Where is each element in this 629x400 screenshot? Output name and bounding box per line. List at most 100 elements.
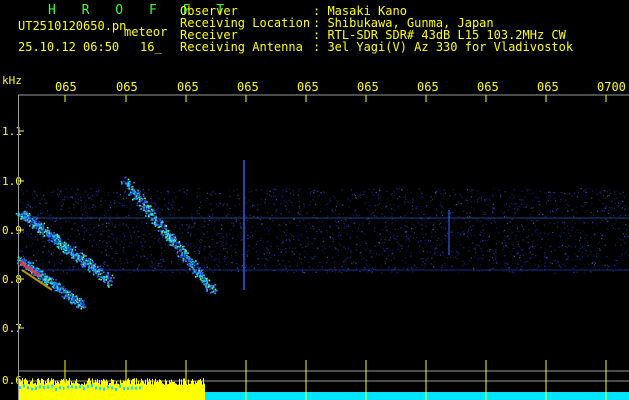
- noise-dot: [234, 249, 236, 251]
- noise-dot: [568, 205, 570, 207]
- noise-dot: [163, 258, 165, 260]
- echo-dot: [105, 274, 108, 276]
- noise-dot: [493, 221, 495, 223]
- noise-dot: [116, 253, 118, 255]
- noise-dot: [449, 207, 451, 209]
- echo-dot: [129, 191, 132, 194]
- noise-dot: [593, 266, 595, 268]
- echo-dot: [73, 254, 76, 256]
- noise-dot: [103, 266, 105, 268]
- noise-dot: [351, 214, 353, 216]
- noise-dot: [454, 193, 457, 196]
- noise-dot: [351, 262, 353, 264]
- noise-dot: [66, 222, 68, 224]
- noise-dot: [565, 246, 567, 248]
- echo-dot: [80, 300, 83, 302]
- noise-dot: [544, 252, 546, 254]
- noise-dot: [225, 240, 227, 242]
- noise-dot: [329, 200, 331, 202]
- echo-dot: [71, 302, 73, 305]
- noise-dot: [425, 225, 427, 227]
- noise-dot: [313, 197, 315, 199]
- echo-dot: [211, 284, 213, 287]
- noise-dot: [302, 271, 304, 273]
- noise-dot: [418, 241, 420, 243]
- noise-dot: [345, 219, 347, 221]
- noise-dot: [85, 206, 87, 208]
- noise-dot: [502, 238, 504, 240]
- noise-dot: [508, 267, 510, 269]
- noise-dot: [382, 206, 384, 208]
- echo-dot: [93, 264, 96, 267]
- noise-dot: [619, 239, 622, 241]
- level-yellow-bar: [159, 379, 160, 400]
- noise-dot: [571, 195, 573, 197]
- echo-dot: [184, 259, 187, 261]
- noise-dot: [204, 259, 206, 261]
- echo-dot: [19, 215, 21, 217]
- noise-dot: [68, 196, 71, 198]
- noise-dot: [410, 212, 412, 214]
- noise-dot: [434, 222, 436, 224]
- echo-dot: [20, 215, 23, 218]
- noise-dot: [502, 248, 504, 250]
- level-cyan-peak: [123, 387, 125, 391]
- noise-dot: [561, 221, 563, 223]
- noise-dot: [423, 237, 425, 239]
- noise-dot: [604, 190, 607, 192]
- noise-dot: [68, 220, 70, 222]
- noise-dot: [132, 233, 134, 235]
- noise-dot: [458, 271, 460, 274]
- noise-dot: [428, 241, 430, 243]
- noise-dot: [579, 248, 581, 250]
- noise-dot: [441, 226, 443, 228]
- noise-dot: [516, 226, 519, 228]
- echo-dot: [77, 306, 80, 308]
- noise-dot: [367, 245, 369, 247]
- noise-dot: [382, 248, 384, 250]
- noise-dot: [450, 266, 452, 268]
- noise-dot: [241, 265, 243, 267]
- noise-dot: [113, 238, 115, 240]
- noise-dot: [446, 248, 449, 250]
- noise-dot: [545, 268, 547, 270]
- noise-dot: [534, 230, 536, 232]
- noise-dot: [329, 235, 331, 237]
- noise-dot: [375, 215, 377, 217]
- noise-dot: [531, 234, 533, 236]
- noise-dot: [590, 243, 592, 245]
- noise-dot: [367, 259, 369, 261]
- noise-dot: [592, 255, 594, 257]
- noise-dot: [350, 251, 352, 253]
- noise-dot: [106, 226, 108, 228]
- noise-dot: [200, 242, 202, 244]
- noise-dot: [445, 240, 447, 242]
- noise-dot: [88, 197, 90, 199]
- echo-dot: [172, 245, 175, 247]
- noise-dot: [417, 221, 419, 224]
- echo-dot: [121, 183, 123, 186]
- echo-dot: [98, 278, 101, 280]
- noise-dot: [252, 235, 254, 237]
- echo-dot: [41, 272, 43, 274]
- noise-dot: [310, 201, 312, 203]
- noise-dot: [611, 201, 613, 203]
- level-yellow-bar: [71, 380, 72, 400]
- echo-dot: [42, 233, 44, 235]
- noise-dot: [578, 250, 580, 252]
- noise-dot: [469, 232, 471, 235]
- noise-dot: [240, 253, 242, 256]
- noise-dot: [386, 258, 388, 260]
- noise-dot: [394, 228, 396, 230]
- echo-dot: [53, 232, 55, 234]
- level-yellow-bar: [48, 378, 49, 400]
- noise-dot: [615, 259, 617, 261]
- echo-dot: [94, 263, 97, 265]
- echo-dot: [138, 200, 141, 203]
- noise-dot: [608, 210, 610, 212]
- noise-dot: [285, 188, 287, 190]
- noise-dot: [506, 223, 508, 225]
- noise-dot: [385, 261, 387, 263]
- noise-dot: [60, 252, 62, 254]
- noise-dot: [26, 190, 28, 192]
